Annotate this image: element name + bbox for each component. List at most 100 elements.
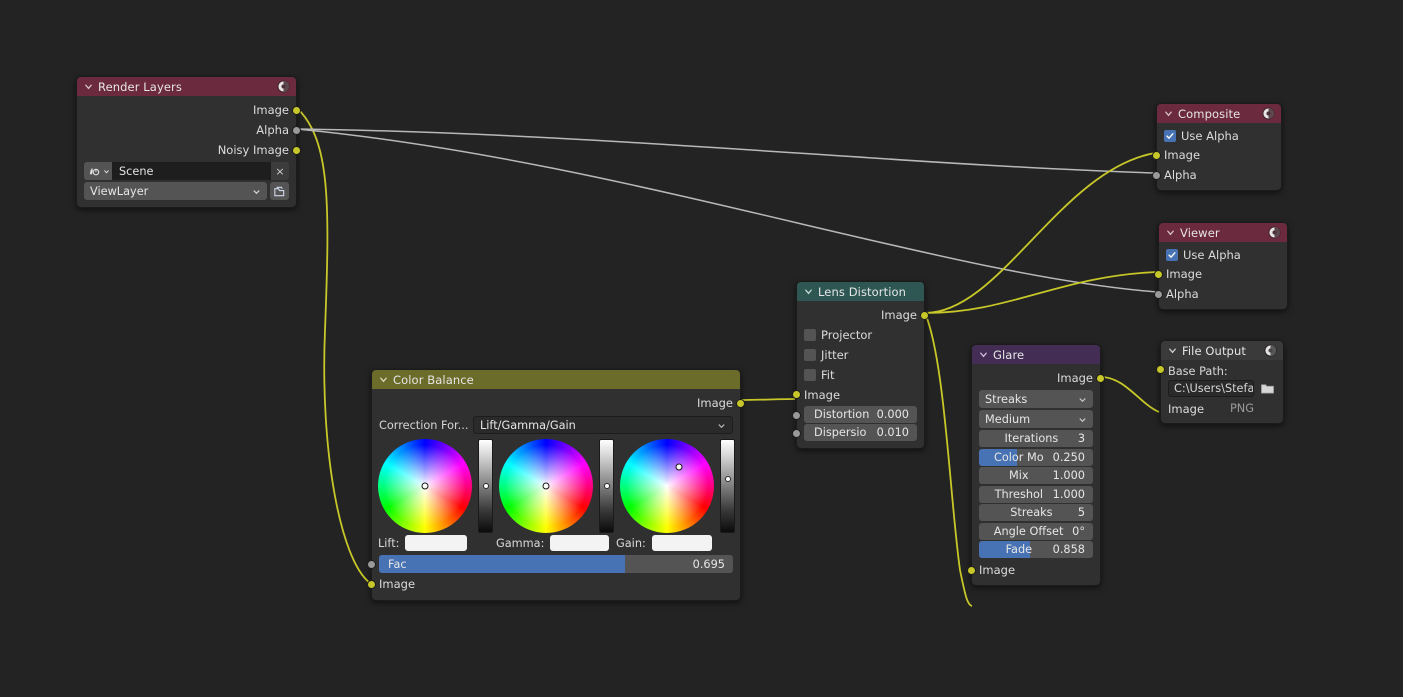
base-path-field[interactable]: C:\Users\Stefa... (1168, 380, 1254, 397)
socket-fac-input[interactable] (367, 560, 376, 569)
node-file-output[interactable]: File Output Base Path: C:\Users\Stefa...… (1156, 340, 1284, 424)
node-header-render-layers[interactable]: Render Layers (77, 77, 296, 96)
socket-alpha-input[interactable] (1154, 290, 1163, 299)
color-wheel-cursor[interactable] (421, 482, 429, 490)
node-render-layers[interactable]: Render Layers Image Alpha Noisy Image Sc… (76, 76, 301, 208)
glare-type-dropdown[interactable]: Streaks (979, 390, 1093, 408)
collapse-chevron-icon[interactable] (1167, 345, 1178, 356)
output-row-image[interactable]: Image (77, 100, 301, 120)
slider-color-modulation[interactable]: Color Mo 0.250 (979, 448, 1093, 466)
socket-image-input[interactable] (1154, 270, 1163, 279)
node-lens-distortion[interactable]: Lens Distortion Image Projector Jitter F… (792, 281, 929, 449)
input-row-image[interactable]: Image PNG (1156, 365, 1283, 418)
socket-image-input[interactable] (792, 390, 801, 399)
value-slider-gain[interactable] (720, 439, 735, 533)
output-row-image[interactable]: Image (797, 304, 929, 325)
checkbox-row-projector[interactable]: Projector (797, 325, 924, 345)
color-wheel-lift[interactable] (378, 439, 472, 533)
collapse-chevron-icon[interactable] (83, 81, 94, 92)
checkbox-fit[interactable] (804, 369, 816, 381)
node-header-composite[interactable]: Composite (1157, 104, 1281, 123)
view-layer-dropdown[interactable]: ViewLayer (84, 182, 267, 200)
checkbox-jitter[interactable] (804, 349, 816, 361)
value-slider-lift[interactable] (478, 439, 493, 533)
field-gain[interactable]: Gain: (616, 535, 726, 551)
slider-angle-offset[interactable]: Angle Offset 0° (979, 522, 1093, 540)
view-layer-row[interactable]: ViewLayer (84, 182, 289, 200)
collapse-chevron-icon[interactable] (803, 286, 814, 297)
input-row-image[interactable]: Image (967, 560, 1100, 580)
node-composite[interactable]: Composite Use Alpha Image Alpha (1152, 103, 1282, 191)
output-row-alpha[interactable]: Alpha (77, 120, 301, 140)
socket-alpha-output[interactable] (292, 126, 301, 135)
field-value-lift[interactable] (405, 535, 468, 551)
collapse-chevron-icon[interactable] (978, 349, 989, 360)
socket-image-input[interactable] (367, 580, 376, 589)
socket-image-input[interactable] (967, 565, 976, 575)
checkbox-row-jitter[interactable]: Jitter (797, 345, 924, 365)
input-row-alpha[interactable]: Alpha (1152, 165, 1281, 185)
output-row-noisy-image[interactable]: Noisy Image (77, 140, 301, 160)
field-value-gain[interactable] (651, 535, 712, 551)
color-wheel-gamma[interactable] (499, 439, 593, 533)
value-slider-cursor[interactable] (482, 483, 489, 489)
wheel-group-gamma[interactable] (499, 439, 614, 533)
value-slider-cursor[interactable] (603, 483, 610, 489)
socket-distortion-input[interactable] (792, 410, 801, 420)
correction-formula-dropdown[interactable]: Lift/Gamma/Gain (473, 416, 733, 434)
checkbox-projector[interactable] (804, 329, 816, 341)
color-wheel-cursor[interactable] (675, 463, 683, 471)
slider-mix[interactable]: Mix 1.000 (979, 467, 1093, 484)
field-value-gamma[interactable] (550, 535, 610, 551)
checkbox-row-fit[interactable]: Fit (797, 365, 924, 385)
checkbox-use-alpha[interactable] (1164, 129, 1176, 142)
base-path-row[interactable]: C:\Users\Stefa... (1168, 380, 1276, 397)
scene-selector-row[interactable]: Scene × (84, 162, 289, 180)
wheel-group-lift[interactable] (378, 439, 493, 533)
socket-dispersion-input[interactable] (792, 429, 801, 438)
socket-image-output[interactable] (292, 106, 301, 115)
checkbox-row-use-alpha[interactable]: Use Alpha (1159, 245, 1287, 264)
checkbox-row-use-alpha[interactable]: Use Alpha (1157, 126, 1281, 145)
socket-image-input[interactable] (1156, 365, 1165, 374)
socket-alpha-input[interactable] (1152, 171, 1161, 180)
color-wheel-gain[interactable] (620, 439, 714, 533)
field-gamma[interactable]: Gamma: (496, 535, 616, 551)
browse-folder-button[interactable] (1258, 380, 1276, 397)
node-header-color-balance[interactable]: Color Balance (372, 370, 740, 389)
node-editor-canvas[interactable]: Render Layers Image Alpha Noisy Image Sc… (0, 0, 1403, 697)
socket-image-output[interactable] (1096, 374, 1105, 383)
scene-datablock-icon[interactable] (84, 162, 112, 180)
socket-image-input[interactable] (1152, 151, 1161, 160)
input-row-alpha[interactable]: Alpha (1154, 284, 1287, 304)
node-header-viewer[interactable]: Viewer (1159, 223, 1287, 242)
node-header-file-output[interactable]: File Output (1161, 341, 1283, 360)
slider-distortion[interactable]: Distortion 0.000 (804, 405, 917, 423)
collapse-chevron-icon[interactable] (378, 374, 389, 385)
fac-slider[interactable]: Fac 0.695 (379, 555, 733, 573)
checkbox-use-alpha[interactable] (1166, 248, 1178, 261)
input-row-image[interactable]: Image (792, 385, 924, 404)
collapse-chevron-icon[interactable] (1163, 108, 1174, 119)
correction-formula-row[interactable]: Correction For... Lift/Gamma/Gain (379, 416, 733, 434)
input-row-image[interactable]: Image (1154, 264, 1287, 284)
slider-threshold[interactable]: Threshol 1.000 (979, 485, 1093, 503)
socket-image-output[interactable] (920, 311, 929, 320)
color-wheel-cursor[interactable] (542, 482, 550, 490)
value-slider-cursor[interactable] (724, 475, 731, 482)
slider-streaks[interactable]: Streaks 5 (979, 504, 1093, 521)
new-view-layer-button[interactable] (270, 182, 289, 200)
scene-name-field[interactable]: Scene (112, 162, 271, 180)
output-row-image[interactable]: Image (972, 367, 1105, 388)
value-slider-gamma[interactable] (599, 439, 614, 533)
output-row-image[interactable]: Image (372, 392, 745, 414)
collapse-chevron-icon[interactable] (1165, 227, 1176, 238)
node-glare[interactable]: Glare Image Streaks Medium Iterations 3 (967, 344, 1105, 586)
field-lift[interactable]: Lift: (378, 535, 496, 551)
slider-fade[interactable]: Fade 0.858 (979, 541, 1093, 558)
node-color-balance[interactable]: Color Balance Image Correction For... Li… (367, 369, 745, 601)
node-header-glare[interactable]: Glare (972, 345, 1100, 364)
socket-image-output[interactable] (736, 399, 745, 408)
input-row-image[interactable]: Image (1152, 145, 1281, 165)
socket-noisy-image-output[interactable] (292, 146, 301, 155)
